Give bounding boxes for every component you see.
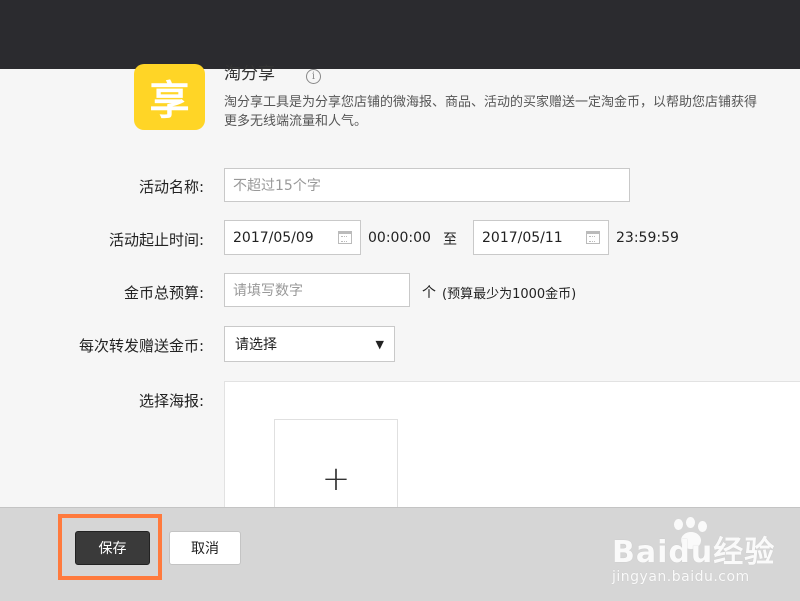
dropdown-caret-icon: ▼ xyxy=(375,337,384,351)
watermark-url: jingyan.baidu.com xyxy=(612,569,750,585)
start-date-value: 2017/05/09 xyxy=(233,229,314,246)
per-share-coins-select[interactable]: 请选择 ▼ xyxy=(224,326,395,362)
period-separator: 至 xyxy=(443,232,457,248)
top-bar xyxy=(0,0,800,69)
per-share-coins-label: 每次转发赠送金币: xyxy=(78,337,204,355)
end-time-text: 23:59:59 xyxy=(616,230,679,246)
cancel-button[interactable]: 取消 xyxy=(169,531,241,565)
budget-unit: 个 xyxy=(422,285,436,301)
activity-name-placeholder: 不超过15个字 xyxy=(233,178,321,194)
plus-icon: + xyxy=(321,459,351,499)
activity-period-label: 活动起止时间: xyxy=(108,231,204,249)
info-icon[interactable]: i xyxy=(306,69,321,84)
start-date-input[interactable]: 2017/05/09 xyxy=(224,220,361,255)
start-time-text: 00:00:00 xyxy=(368,230,431,246)
budget-label: 金币总预算: xyxy=(123,284,204,302)
budget-placeholder: 请填写数字 xyxy=(233,283,303,299)
select-poster-label: 选择海报: xyxy=(138,392,204,410)
watermark-brand: Baidu经验 xyxy=(612,535,776,570)
add-poster-button[interactable]: + xyxy=(274,419,398,519)
per-share-coins-selected: 请选择 xyxy=(235,337,277,353)
budget-input[interactable]: 请填写数字 xyxy=(224,273,410,307)
activity-name-input[interactable]: 不超过15个字 xyxy=(224,168,630,202)
calendar-icon[interactable] xyxy=(338,231,352,244)
save-button[interactable]: 保存 xyxy=(75,531,150,565)
baidu-jingyan-watermark: Baidu经验 jingyan.baidu.com xyxy=(612,517,792,592)
taofenxiang-app-icon: 享 xyxy=(134,64,205,130)
calendar-icon[interactable] xyxy=(586,231,600,244)
budget-hint: (预算最少为1000金币) xyxy=(442,287,577,302)
end-date-input[interactable]: 2017/05/11 xyxy=(473,220,609,255)
app-title: 淘分享 xyxy=(224,64,275,84)
app-description: 淘分享工具是为分享您店铺的微海报、商品、活动的买家赠送一定淘金币，以帮助您店铺获… xyxy=(224,95,758,129)
end-date-value: 2017/05/11 xyxy=(482,229,563,246)
activity-name-label: 活动名称: xyxy=(138,178,204,196)
